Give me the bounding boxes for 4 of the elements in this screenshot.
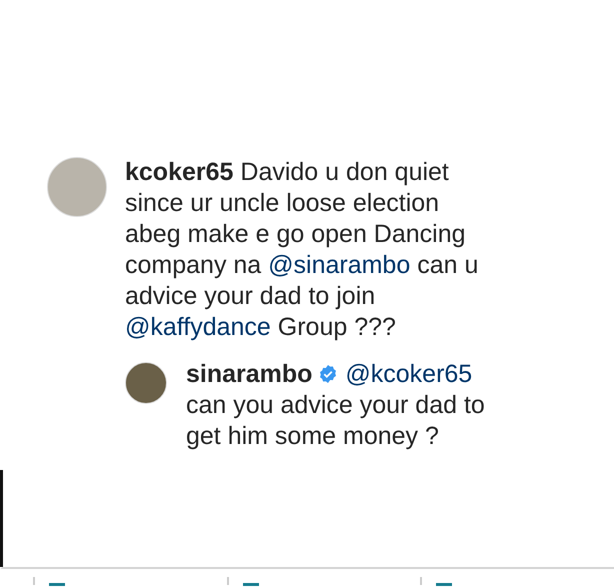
comment-text: sinarambo @kcoker65 can you advice your dad to get him some money ? <box>186 359 486 452</box>
verified-badge-icon <box>318 364 338 384</box>
avatar-placeholder <box>125 362 167 404</box>
comment-text: kcoker65 Davido u don quiet since ur uncle loose election abeg make e go open Dancing company na @sinarambo can u advice your dad to join @kaffydance Group ??? <box>125 157 480 343</box>
